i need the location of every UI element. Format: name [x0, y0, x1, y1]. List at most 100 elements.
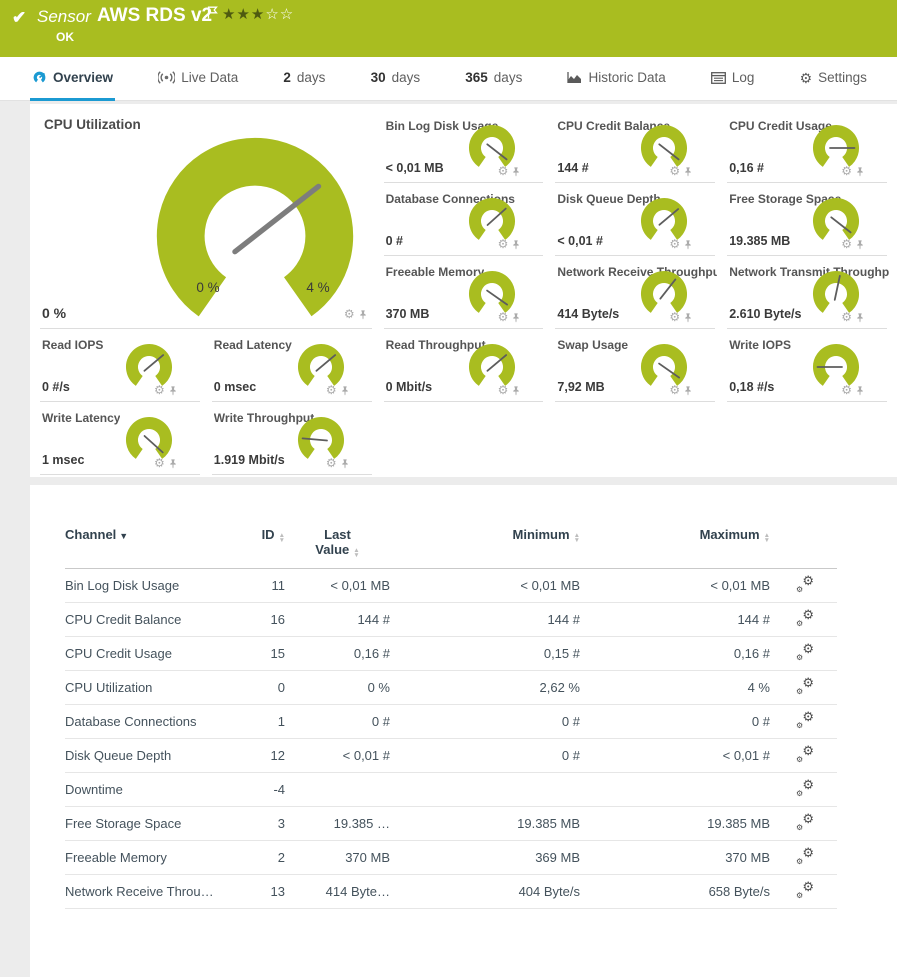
- pin-icon[interactable]: [855, 312, 865, 323]
- stars-empty[interactable]: ☆☆: [265, 6, 294, 23]
- col-header-minimum[interactable]: Minimum▲▼: [390, 527, 580, 543]
- table-row[interactable]: CPU Utilization 0 0 % 2,62 % 4 % ⚙⚙: [65, 671, 837, 705]
- cell-id: 11: [235, 578, 285, 593]
- tab-settings[interactable]: ⚙ Settings: [798, 57, 869, 101]
- channel-settings-icon[interactable]: ⚙⚙: [796, 882, 814, 898]
- pin-icon[interactable]: [358, 309, 368, 320]
- gauge-scale-max: 4 %: [306, 280, 329, 295]
- cell-maximum: < 0,01 #: [580, 748, 770, 763]
- tab-historic-data[interactable]: Historic Data: [565, 57, 667, 101]
- tab-live-data[interactable]: Live Data: [156, 57, 240, 101]
- channel-settings-icon[interactable]: ⚙⚙: [796, 610, 814, 626]
- sort-icon[interactable]: ▲▼: [764, 534, 770, 543]
- col-header-maximum[interactable]: Maximum▲▼: [580, 527, 770, 543]
- channel-settings-icon[interactable]: ⚙⚙: [796, 644, 814, 660]
- cell-id: 0: [235, 680, 285, 695]
- pin-icon[interactable]: [511, 312, 521, 323]
- pin-icon[interactable]: [511, 239, 521, 250]
- pin-icon[interactable]: [168, 385, 178, 396]
- table-row[interactable]: Disk Queue Depth 12 < 0,01 # 0 # < 0,01 …: [65, 739, 837, 773]
- gear-icon[interactable]: ⚙: [669, 384, 680, 396]
- gear-icon[interactable]: ⚙: [498, 384, 509, 396]
- table-row[interactable]: CPU Credit Balance 16 144 # 144 # 144 # …: [65, 603, 837, 637]
- gauge-title: CPU Utilization: [44, 117, 141, 132]
- cell-minimum: 0 #: [390, 748, 580, 763]
- gear-icon[interactable]: ⚙: [344, 308, 355, 320]
- tab-label: Settings: [818, 70, 867, 85]
- gear-icon[interactable]: ⚙: [154, 457, 165, 469]
- channel-settings-icon[interactable]: ⚙⚙: [796, 780, 814, 796]
- table-row[interactable]: CPU Credit Usage 15 0,16 # 0,15 # 0,16 #…: [65, 637, 837, 671]
- cell-last-value: 0,16 #: [285, 646, 390, 661]
- gear-icon[interactable]: ⚙: [498, 165, 509, 177]
- pin-icon[interactable]: [340, 385, 350, 396]
- channel-settings-icon[interactable]: ⚙⚙: [796, 678, 814, 694]
- tab-log[interactable]: Log: [709, 57, 757, 101]
- channel-settings-icon[interactable]: ⚙⚙: [796, 814, 814, 830]
- sort-icon[interactable]: ▲▼: [353, 549, 359, 558]
- stars-filled[interactable]: ★★★: [222, 6, 265, 23]
- gear-icon[interactable]: ⚙: [326, 457, 337, 469]
- pin-icon[interactable]: [855, 166, 865, 177]
- gear-icon[interactable]: ⚙: [498, 311, 509, 323]
- channel-table-panel: Channel▼ ID▲▼ Last Value▲▼ Minimum▲▼ Max…: [30, 485, 897, 977]
- pin-icon[interactable]: [855, 385, 865, 396]
- gear-icon[interactable]: ⚙: [154, 384, 165, 396]
- gear-icon[interactable]: ⚙: [841, 384, 852, 396]
- cell-minimum: 19.385 MB: [390, 816, 580, 831]
- tab-2-days[interactable]: 2 days: [281, 57, 327, 101]
- pin-icon[interactable]: [855, 239, 865, 250]
- gear-icon[interactable]: ⚙: [841, 238, 852, 250]
- tab-label: Historic Data: [588, 70, 665, 85]
- table-row[interactable]: Bin Log Disk Usage 11 < 0,01 MB < 0,01 M…: [65, 569, 837, 603]
- channel-settings-icon[interactable]: ⚙⚙: [796, 576, 814, 592]
- pin-icon[interactable]: [511, 385, 521, 396]
- pin-icon[interactable]: [340, 458, 350, 469]
- cell-minimum: 2,62 %: [390, 680, 580, 695]
- tab-label: Log: [732, 70, 755, 85]
- tab-overview[interactable]: Overview: [30, 57, 115, 101]
- pin-icon[interactable]: [683, 166, 693, 177]
- sort-desc-icon[interactable]: ▼: [119, 531, 128, 541]
- gear-icon[interactable]: ⚙: [841, 311, 852, 323]
- pin-icon[interactable]: [683, 385, 693, 396]
- tab-365-days[interactable]: 365 days: [463, 57, 524, 101]
- table-row[interactable]: Database Connections 1 0 # 0 # 0 # ⚙⚙: [65, 705, 837, 739]
- gauge-scale-min: 0 %: [196, 280, 219, 295]
- channel-settings-icon[interactable]: ⚙⚙: [796, 746, 814, 762]
- gauge-value: 19.385 MB: [729, 234, 790, 248]
- historic-data-icon: [567, 71, 582, 84]
- gear-icon[interactable]: ⚙: [669, 238, 680, 250]
- table-row[interactable]: Downtime -4 ⚙⚙: [65, 773, 837, 807]
- gauge-panel-read-iops: Read IOPS 0 #/s ⚙: [40, 329, 200, 402]
- pin-icon[interactable]: [511, 166, 521, 177]
- tab-number: 2: [283, 70, 291, 85]
- gear-icon[interactable]: ⚙: [669, 165, 680, 177]
- flag-icon[interactable]: [207, 6, 218, 19]
- pin-icon[interactable]: [683, 312, 693, 323]
- gauges-panel: CPU Utilization 0 % 4 % 0 % ⚙ Bin Log Di…: [30, 104, 897, 477]
- tab-30-days[interactable]: 30 days: [369, 57, 423, 101]
- gear-icon[interactable]: ⚙: [326, 384, 337, 396]
- sensor-header: ✔ Sensor AWS RDS v2 ★★★☆☆ OK: [0, 0, 897, 57]
- gauge-panel-free-storage-space: Free Storage Space 19.385 MB ⚙: [727, 183, 887, 256]
- col-header-channel[interactable]: Channel▼: [65, 527, 235, 542]
- table-row[interactable]: Free Storage Space 3 19.385 … 19.385 MB …: [65, 807, 837, 841]
- channel-settings-icon[interactable]: ⚙⚙: [796, 848, 814, 864]
- gauge-panel-swap-usage: Swap Usage 7,92 MB ⚙: [555, 329, 715, 402]
- col-header-last-value[interactable]: Last Value▲▼: [285, 527, 390, 558]
- gear-icon[interactable]: ⚙: [669, 311, 680, 323]
- cell-minimum: 0 #: [390, 714, 580, 729]
- gear-icon[interactable]: ⚙: [498, 238, 509, 250]
- cell-maximum: 0 #: [580, 714, 770, 729]
- gear-icon[interactable]: ⚙: [841, 165, 852, 177]
- pin-icon[interactable]: [168, 458, 178, 469]
- channel-settings-icon[interactable]: ⚙⚙: [796, 712, 814, 728]
- pin-icon[interactable]: [683, 239, 693, 250]
- gauge-value: 1 msec: [42, 453, 84, 467]
- table-row[interactable]: Freeable Memory 2 370 MB 369 MB 370 MB ⚙…: [65, 841, 837, 875]
- col-header-id[interactable]: ID▲▼: [235, 527, 285, 543]
- priority-stars[interactable]: ★★★☆☆: [222, 5, 294, 23]
- gauge-panel-write-iops: Write IOPS 0,18 #/s ⚙: [727, 329, 887, 402]
- table-row[interactable]: Network Receive Throu… 13 414 Byte… 404 …: [65, 875, 837, 909]
